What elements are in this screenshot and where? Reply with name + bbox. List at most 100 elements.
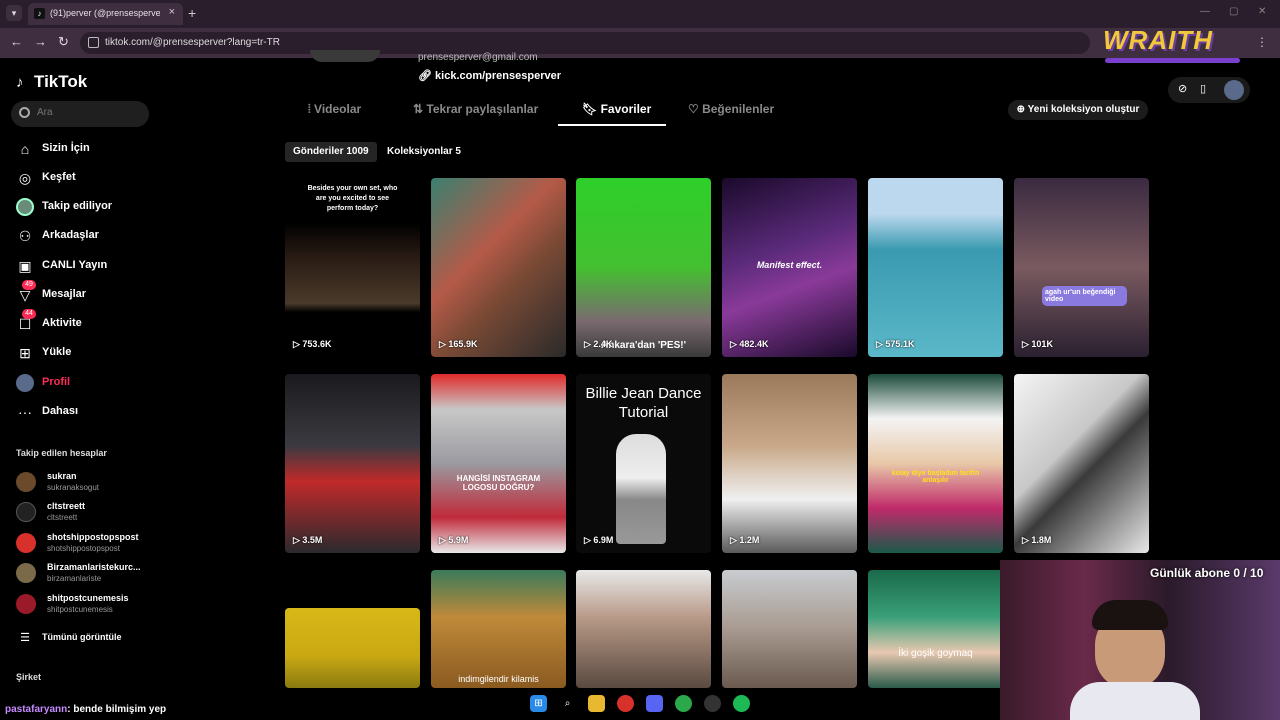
live-icon: ▣ (18, 258, 32, 274)
reload-icon[interactable]: ↻ (58, 34, 69, 50)
streamer-hair (1092, 600, 1168, 630)
more-icon: ··· (18, 404, 32, 420)
video-card[interactable]: indimgilendir kilamis (431, 570, 566, 688)
nav-item-explore[interactable]: ◎ Keşfet (16, 167, 156, 191)
following-account[interactable]: shotshippostopspost shotshippostopspost (16, 530, 156, 558)
windows-start-icon[interactable]: ⊞ (530, 695, 547, 712)
new-tab-icon[interactable]: + (188, 5, 196, 21)
avatar (16, 563, 36, 583)
following-account[interactable]: sukran sukranaksogut (16, 469, 156, 497)
profile-link[interactable]: 🔗︎ kick.com/prensesperver (418, 69, 561, 82)
discord-icon[interactable] (646, 695, 663, 712)
tab-favorites[interactable]: 🔖︎ Favoriler (582, 102, 651, 116)
nav-item-activity[interactable]: ☐ 44 Aktivite (16, 309, 156, 337)
video-card[interactable]: Besides your own set, who are you excite… (285, 178, 420, 357)
account-name: cltstreett (47, 501, 86, 511)
search-input[interactable] (37, 107, 137, 118)
tab-liked[interactable]: ♡ Beğenilenler (688, 102, 774, 116)
video-card[interactable]: kolay diye başladım tarifin anlaşılır (868, 374, 1003, 553)
profile-avatar-icon (16, 374, 34, 392)
following-avatar-icon (16, 198, 34, 216)
video-thumbnail (722, 570, 857, 688)
video-card[interactable]: agah ur'un beğendiği video ▷ 101K (1014, 178, 1149, 357)
taskbar: ⊞ ⌕ (520, 690, 770, 718)
nav-item-upload[interactable]: ⊞ Yükle (16, 342, 156, 366)
video-caption: İki goşik goymaq (898, 648, 973, 659)
video-card[interactable]: Ankara'dan 'PES!' ▷ 2.4K (576, 178, 711, 357)
nav-item-for-you[interactable]: ⌂ Sizin İçin (16, 138, 156, 162)
subtab-posts[interactable]: Gönderiler 1009 (285, 142, 377, 162)
see-all-following[interactable]: ☰ Tümünü görüntüle (16, 627, 156, 651)
video-card[interactable]: İki goşik goymaq (868, 570, 1003, 688)
file-explorer-icon[interactable] (588, 695, 605, 712)
wraith-logo: WRAITH (1103, 25, 1213, 55)
subtab-collections[interactable]: Koleksiyonlar 5 (379, 142, 469, 162)
play-icon: ▷ (876, 339, 886, 349)
video-card[interactable] (576, 570, 711, 688)
video-card[interactable] (285, 608, 420, 688)
tiktok-logo[interactable]: ♪ TikTok (16, 72, 87, 92)
video-caption: kolay diye başladım tarifin anlaşılır (891, 470, 980, 484)
video-card[interactable]: Billie Jean Dance Tutorial ▷ 6.9M (576, 374, 711, 553)
video-thumbnail (576, 570, 711, 688)
minimize-icon[interactable]: — (1200, 6, 1210, 17)
url-field[interactable]: tiktok.com/@prensesperver?lang=tr-TR (80, 32, 1090, 54)
maximize-icon[interactable]: ▢ (1229, 6, 1238, 17)
video-card[interactable]: Manifest effect. ▷ 482.4K (722, 178, 857, 357)
video-card[interactable]: HANGİSİ INSTAGRAM LOGOSU DOĞRU? ▷ 5.9M (431, 374, 566, 553)
chrome-icon[interactable] (617, 695, 634, 712)
views-count: 482.4K (739, 339, 769, 349)
spotify-icon[interactable] (733, 695, 750, 712)
browser-tab[interactable]: ♪ (91)perver (@prensesperver) | TikTok × (28, 3, 183, 25)
browser-menu-icon[interactable]: ⋮ (1256, 35, 1268, 49)
back-icon[interactable]: ← (10, 34, 23, 49)
following-account[interactable]: Birzamanlaristekurc... birzamanlariste (16, 560, 156, 588)
nav-item-friends[interactable]: ⚇ Arkadaşlar (16, 225, 156, 249)
tiktok-note-icon: ♪ (16, 74, 24, 91)
app-icon[interactable] (704, 695, 721, 712)
search-taskbar-icon[interactable]: ⌕ (559, 695, 576, 712)
window-close-icon[interactable]: ✕ (1258, 6, 1266, 17)
video-card[interactable]: ▷ 1.8M (1014, 374, 1149, 553)
following-account[interactable]: shitpostcunemesis shitpostcunemesis (16, 591, 156, 619)
site-info-icon[interactable] (88, 37, 99, 48)
see-all-label: Tümünü görüntüle (42, 632, 122, 642)
nav-item-messages[interactable]: ▽ 49 Mesajlar (16, 280, 156, 308)
search-icon (19, 107, 30, 118)
video-card[interactable]: ▷ 3.5M (285, 374, 420, 553)
video-caption: Besides your own set, who are you excite… (307, 185, 398, 212)
compass-tool-icon[interactable]: ⊘ (1178, 82, 1187, 95)
friends-icon: ⚇ (18, 228, 32, 244)
video-views: ▷ 165.9K (439, 339, 477, 350)
video-thumbnail (285, 608, 420, 688)
video-card[interactable]: ▷ 165.9K (431, 178, 566, 357)
video-card[interactable] (722, 570, 857, 688)
tab-close-icon[interactable]: × (169, 6, 175, 18)
video-card[interactable]: ▷ 575.1K (868, 178, 1003, 357)
tab-videos[interactable]: ⦙ Videolar (308, 102, 361, 117)
video-thumbnail (868, 374, 1003, 553)
nav-item-following[interactable]: Takip ediliyor (16, 196, 156, 220)
nav-label: Keşfet (42, 171, 76, 183)
following-account[interactable]: cltstreett cltstreett (16, 499, 156, 527)
nav-item-more[interactable]: ··· Dahası (16, 401, 156, 425)
chrome-alt-icon[interactable] (675, 695, 692, 712)
following-section-title: Takip edilen hesaplar (16, 448, 107, 458)
video-thumbnail (868, 178, 1003, 357)
list-icon: ☰ (20, 632, 30, 644)
video-card[interactable]: ▷ 1.2M (722, 374, 857, 553)
nav-item-live[interactable]: ▣ CANLI Yayın (16, 255, 156, 279)
search-box[interactable] (11, 101, 149, 127)
video-thumbnail (1014, 374, 1149, 553)
video-views: ▷ 101K (1022, 339, 1053, 350)
new-collection-label: Yeni koleksiyon oluştur (1027, 104, 1140, 115)
user-avatar-icon[interactable] (1224, 80, 1244, 100)
forward-icon[interactable]: → (34, 34, 47, 49)
new-collection-button[interactable]: ⊕ Yeni koleksiyon oluştur (1008, 100, 1148, 120)
views-count: 5.9M (448, 535, 469, 545)
nav-item-profile[interactable]: Profil (16, 372, 156, 396)
tab-reposts[interactable]: ⇅ Tekrar paylaşılanlar (413, 102, 538, 116)
phone-icon[interactable]: ▯ (1200, 82, 1206, 95)
tab-search-button[interactable]: ▾ (6, 5, 22, 21)
profile-link-text: kick.com/prensesperver (435, 70, 561, 82)
